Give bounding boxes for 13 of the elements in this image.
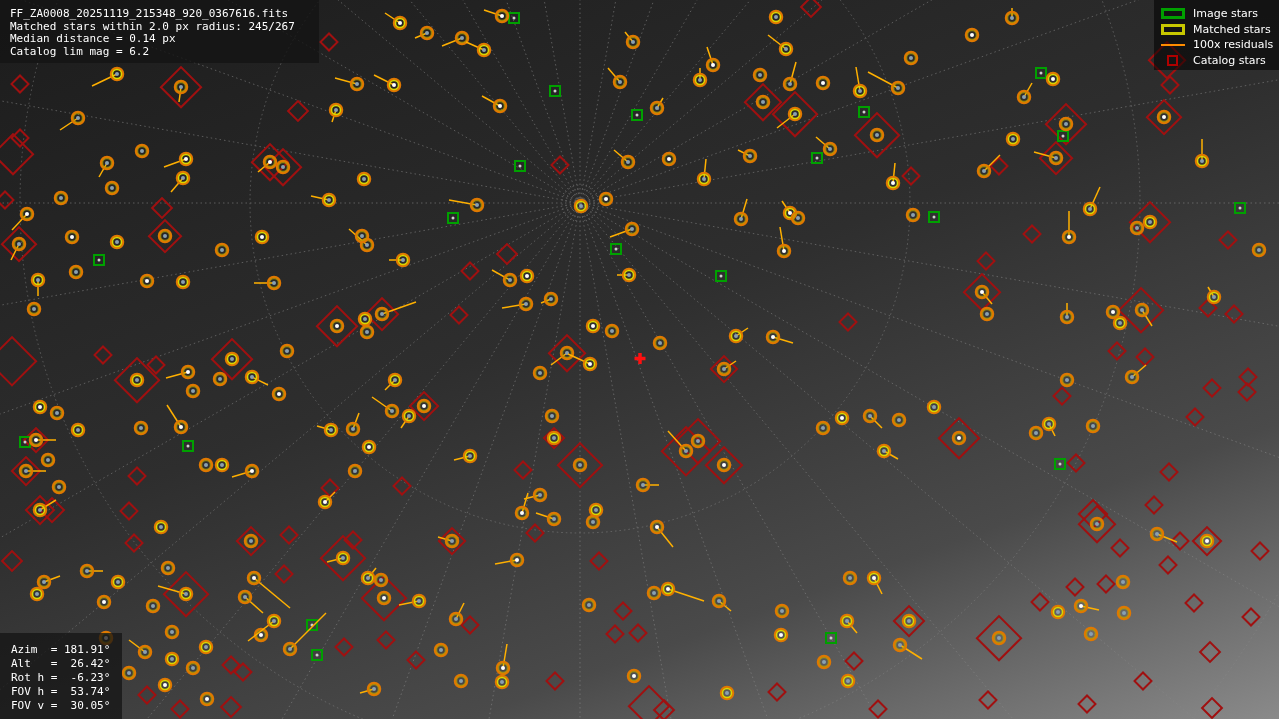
info-text: Catalog lim mag = 6.2 (10, 45, 151, 58)
legend-label: Matched stars (1193, 22, 1271, 36)
legend-label: 100x residuals (1193, 38, 1274, 52)
info-text: Median distance = 0.14 px (10, 33, 177, 46)
legend-label: Catalog stars (1193, 53, 1266, 67)
info-text: FF_ZA0008_20251119_215348_920_0367616.fits (10, 8, 290, 21)
pointing-text: Alt = 26.42° (11, 657, 112, 671)
info-text: Matched stars within 2.0 px radius: 245/267 (10, 20, 296, 33)
pointing-text: Azim = 181.91° (11, 643, 112, 657)
legend-label: Image stars (1193, 7, 1258, 21)
pointing-text: FOV h = 53.74° (11, 685, 112, 699)
pointing-text: Rot h = -6.23° (11, 671, 112, 685)
pointing-text: FOV v = 30.05° (11, 699, 112, 713)
